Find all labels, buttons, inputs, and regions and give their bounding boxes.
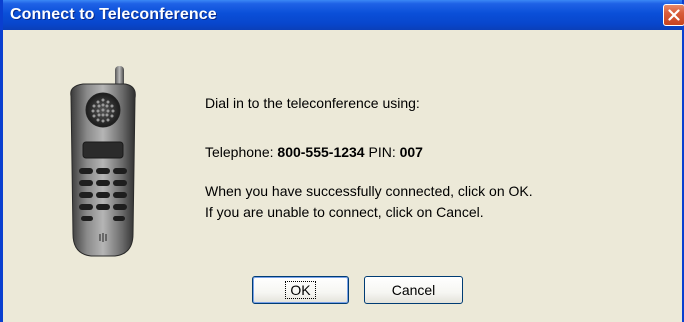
dial-in-intro: Dial in to the teleconference using: [205, 95, 420, 111]
ok-button-label: OK [285, 281, 316, 299]
instruction-ok-text: When you have successfully connected, cl… [205, 183, 533, 199]
telephone-line: Telephone: 800-555-1234 PIN: 007 [205, 144, 423, 160]
title-bar[interactable]: Connect to Teleconference [3, 0, 684, 30]
mobile-phone-icon [70, 66, 136, 257]
dialog-body: Dial in to the teleconference using: Tel… [3, 30, 682, 322]
window-title: Connect to Teleconference [10, 6, 217, 23]
pin-value: 007 [399, 144, 423, 160]
close-x-icon [668, 9, 680, 21]
telephone-label: Telephone: [205, 144, 274, 160]
instruction-cancel-text: If you are unable to connect, click on C… [205, 204, 484, 220]
close-button[interactable] [663, 4, 684, 26]
ok-button[interactable]: OK [252, 276, 349, 304]
teleconference-dialog: Connect to Teleconference Dial in to the… [0, 0, 684, 322]
cancel-button[interactable]: Cancel [364, 276, 463, 304]
pin-label: PIN: [368, 144, 396, 160]
telephone-number: 800-555-1234 [277, 144, 365, 160]
